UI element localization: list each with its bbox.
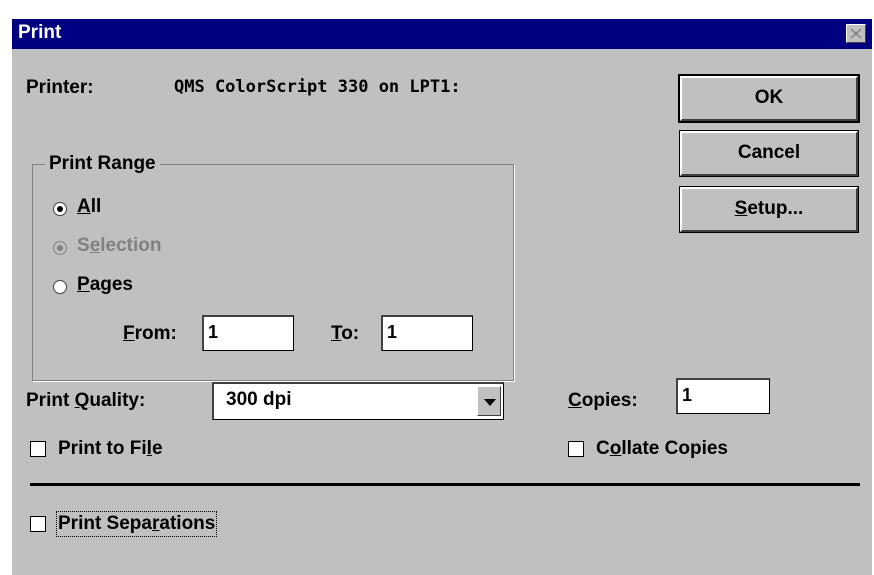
radio-selection-pre: S <box>77 235 90 256</box>
collate-copies-mnemonic: o <box>609 438 622 459</box>
collate-copies-text: llate Copies <box>621 438 728 459</box>
collate-copies-label[interactable]: Collate Copies <box>596 438 728 460</box>
copies-mnemonic: C <box>568 390 582 411</box>
setup-label: etup... <box>747 198 804 219</box>
print-quality-pre: Print <box>26 390 75 411</box>
close-icon <box>850 28 862 39</box>
print-to-file-checkbox[interactable] <box>30 441 46 457</box>
print-dialog: Print Printer: QMS ColorScript 330 on LP… <box>10 18 872 575</box>
radio-pages-mnemonic: P <box>77 274 90 295</box>
radio-all[interactable] <box>53 202 67 216</box>
print-to-file-text: e <box>151 438 163 459</box>
window-title: Print <box>18 22 62 43</box>
collate-copies-pre: C <box>596 438 610 459</box>
radio-all-label[interactable]: All <box>77 196 101 218</box>
radio-pages[interactable] <box>53 280 67 294</box>
from-label: From: <box>123 323 177 345</box>
print-quality-label: Print Quality: <box>26 390 145 412</box>
radio-pages-text: ages <box>89 274 133 295</box>
close-button[interactable] <box>846 24 866 43</box>
ok-label: OK <box>754 87 784 108</box>
setup-label-mnemonic: S <box>734 198 748 219</box>
copies-input[interactable]: 1 <box>676 378 770 414</box>
print-quality-select[interactable]: 300 dpi <box>212 382 504 420</box>
divider <box>30 483 860 486</box>
setup-button[interactable]: Setup... <box>679 186 859 233</box>
radio-selection-text: lection <box>100 235 162 256</box>
chevron-down-icon[interactable] <box>477 386 501 416</box>
ok-button[interactable]: OK <box>678 74 860 123</box>
print-range-title: Print Range <box>45 153 160 175</box>
printer-name: QMS ColorScript 330 on LPT1: <box>174 77 461 97</box>
print-range-group: Print Range All Selection Pages From: 1 … <box>32 153 514 381</box>
print-quality-text: uality: <box>89 390 146 411</box>
copies-label: Copies: <box>568 390 638 412</box>
print-quality-mnemonic: Q <box>74 390 90 411</box>
print-separations-text: ations <box>159 513 216 534</box>
radio-selection-mnemonic: e <box>89 235 101 256</box>
to-input[interactable]: 1 <box>381 315 473 351</box>
print-separations-label[interactable]: Print Separations <box>55 511 218 537</box>
print-separations-pre: Print Sepa <box>58 513 152 534</box>
print-separations-checkbox[interactable] <box>30 516 46 532</box>
radio-all-text: ll <box>90 196 102 217</box>
print-to-file-pre: Print to Fi <box>58 438 147 459</box>
radio-all-mnemonic: A <box>77 196 91 217</box>
from-text: rom: <box>134 323 177 344</box>
radio-selection-label: Selection <box>77 235 162 257</box>
print-to-file-label[interactable]: Print to File <box>58 438 163 460</box>
title-bar[interactable]: Print <box>12 19 872 49</box>
copies-text: opies: <box>581 390 638 411</box>
to-text: o: <box>341 323 360 344</box>
from-mnemonic: F <box>123 323 135 344</box>
radio-pages-label[interactable]: Pages <box>77 274 133 296</box>
collate-copies-checkbox[interactable] <box>568 441 584 457</box>
print-quality-value: 300 dpi <box>226 389 292 410</box>
radio-selection <box>53 241 67 255</box>
printer-label: Printer: <box>26 77 94 98</box>
cancel-label: Cancel <box>737 142 801 163</box>
to-label: To: <box>331 323 359 345</box>
from-input[interactable]: 1 <box>202 315 294 351</box>
to-mnemonic: T <box>331 323 342 344</box>
cancel-button[interactable]: Cancel <box>679 130 859 177</box>
